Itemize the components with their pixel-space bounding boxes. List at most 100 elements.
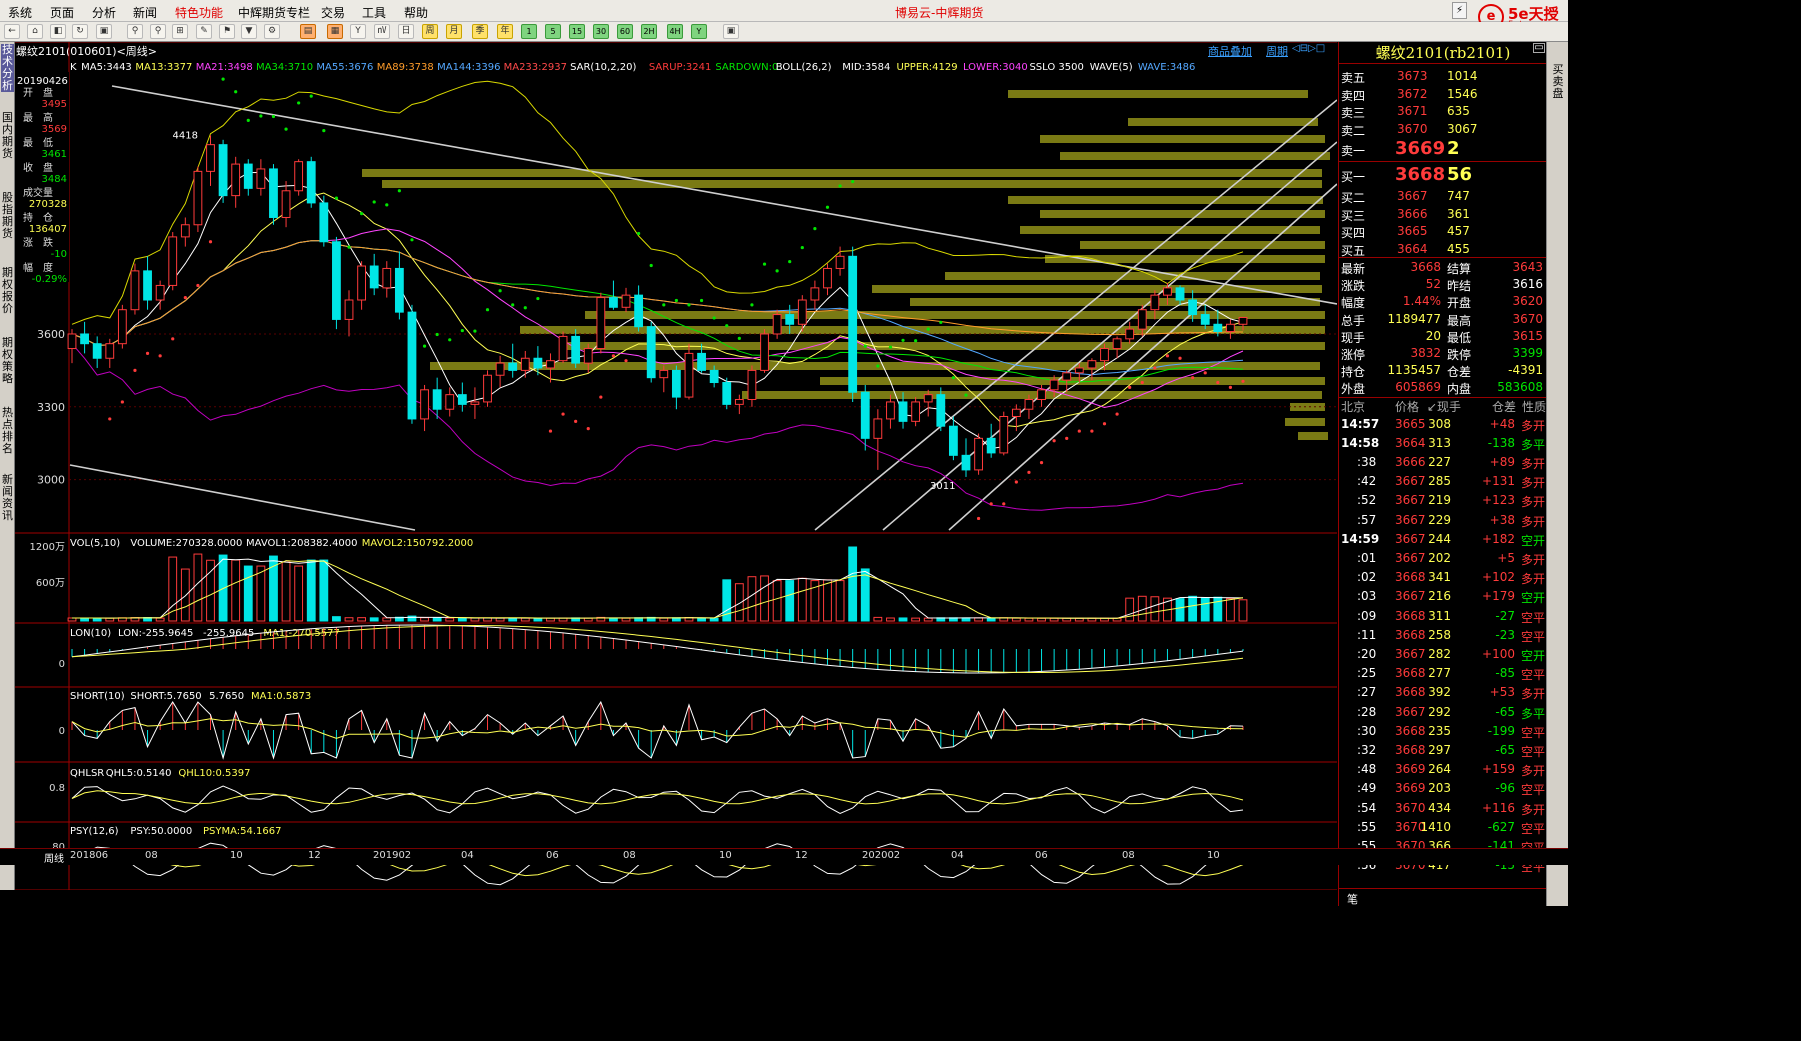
toolbar-button-7[interactable]: ⊞ — [172, 24, 188, 39]
chart-svg[interactable]: 3000 3300 3600 4418 3011 20190426开 盘3495最 高35… — [15, 42, 1337, 890]
bid-row[interactable]: 买一 3668 56 — [1339, 164, 1547, 185]
stat-value: 3616 — [1512, 277, 1543, 292]
menu-item-6[interactable]: 交易 — [321, 4, 345, 21]
indicator-label: MA89:3738 — [377, 62, 434, 73]
toolbar-button-11[interactable]: ⚙ — [264, 24, 280, 39]
ask-row[interactable]: 卖二 3670 3067 — [1339, 121, 1547, 139]
indicator-label: QHL10:0.5397 — [178, 768, 250, 779]
bid-row[interactable]: 买五 3664 455 — [1339, 241, 1547, 259]
tick-oi-change: +102 — [1482, 570, 1515, 585]
info-label: 幅 度 — [23, 261, 53, 274]
toolbar-button-5[interactable]: ⚲ — [127, 24, 143, 39]
volume-profile-bar — [362, 169, 1322, 177]
menu-item-4[interactable]: 特色功能 — [175, 4, 223, 21]
stat-label: 现手 — [1341, 330, 1366, 345]
toolbar-button-16[interactable]: 日 — [398, 24, 414, 39]
menu-item-2[interactable]: 分析 — [92, 4, 116, 21]
volume-profile-bar — [585, 311, 1325, 319]
volume-bar — [785, 580, 795, 622]
toolbar-button-27[interactable]: 4H — [667, 24, 683, 39]
tick-volume: 203 — [1428, 781, 1451, 796]
indicator-label: MA233:2937 — [504, 62, 567, 73]
tick-oi-change: +179 — [1482, 589, 1515, 604]
bid-row[interactable]: 买三 3666 361 — [1339, 206, 1547, 224]
tick-nature: 空平 — [1520, 725, 1545, 740]
side-tab-0[interactable]: 技术分析 — [1, 44, 14, 92]
toolbar-button-18[interactable]: 月 — [446, 24, 462, 39]
sar-dot — [762, 262, 767, 266]
volume-bar — [734, 583, 744, 622]
ask-volume: 635 — [1447, 104, 1470, 118]
volume-bar — [848, 546, 858, 622]
sar-dot — [813, 227, 817, 231]
side-tab-3[interactable]: 期权报价 — [1, 267, 14, 315]
volume-bar — [1049, 617, 1059, 622]
side-tab-1[interactable]: 国内期货 — [1, 112, 14, 160]
sar-dot — [775, 269, 779, 273]
bid-row[interactable]: 买二 3667 747 — [1339, 188, 1547, 206]
candle-body — [155, 284, 165, 301]
toolbar-button-9[interactable]: ⚑ — [219, 24, 235, 39]
chart-area[interactable]: 螺纹2101(010601)<周线> 商品叠加 周期 ◁⊟▷□ 3000 3300 3… — [15, 42, 1337, 890]
toolbar-button-17[interactable]: 周 — [422, 24, 438, 39]
ask-row[interactable]: 卖四 3672 1546 — [1339, 86, 1547, 104]
indicator-label: MAVOL2:150792.2000 — [362, 538, 473, 549]
toolbar-button-1[interactable]: ⌂ — [27, 24, 43, 39]
tick-nature: 多开 — [1520, 802, 1545, 817]
side-tab-5[interactable]: 热点排名 — [1, 407, 14, 455]
ask-row[interactable]: 卖一 3669 2 — [1339, 138, 1547, 159]
sar-dot — [586, 427, 590, 431]
toolbar-button-14[interactable]: Y — [350, 24, 366, 39]
toolbar-button-3[interactable]: ↻ — [72, 24, 88, 39]
bid-row[interactable]: 买四 3665 457 — [1339, 223, 1547, 241]
toolbar-button-21[interactable]: 1 — [521, 24, 537, 39]
toolbar-button-4[interactable]: ▣ — [96, 24, 112, 39]
sar-dot — [397, 189, 401, 193]
candle-body — [344, 299, 354, 320]
toolbar-button-23[interactable]: 15 — [569, 24, 585, 39]
toolbar-button-15[interactable]: ㎵ — [374, 24, 390, 39]
toolbar-button-28[interactable]: Y — [691, 24, 707, 39]
toolbar-button-6[interactable]: ⚲ — [150, 24, 166, 39]
footer-tab[interactable]: 笔 — [1347, 891, 1358, 906]
toolbar-button-8[interactable]: ✎ — [196, 24, 212, 39]
tick-time: :32 — [1357, 743, 1377, 757]
candle-body — [369, 265, 379, 289]
toolbar-button-26[interactable]: 2H — [641, 24, 657, 39]
toolbar-button-12[interactable]: ▤ — [300, 24, 316, 39]
window-control-icon[interactable]: ⚡ — [1452, 2, 1467, 19]
menu-item-8[interactable]: 帮助 — [404, 4, 428, 21]
side-tab-6[interactable]: 新闻资讯 — [1, 474, 14, 522]
menu-item-1[interactable]: 页面 — [50, 4, 74, 21]
toolbar-button-24[interactable]: 30 — [593, 24, 609, 39]
side-tab-4[interactable]: 期权策略 — [1, 337, 14, 385]
menu-item-5[interactable]: 中辉期货专栏 — [238, 4, 310, 21]
ask-row[interactable]: 卖三 3671 635 — [1339, 103, 1547, 121]
sar-dot — [536, 296, 540, 301]
side-tab-2[interactable]: 股指期货 — [1, 192, 14, 240]
toolbar-button-25[interactable]: 60 — [617, 24, 633, 39]
toolbar-button-29[interactable]: ▣ — [723, 24, 739, 39]
menu-item-7[interactable]: 工具 — [362, 4, 386, 21]
stat-label: 最新 — [1341, 262, 1366, 276]
volume-bar — [823, 579, 832, 622]
menu-item-3[interactable]: 新闻 — [133, 4, 157, 21]
menu-item-0[interactable]: 系统 — [8, 4, 32, 21]
panel-menu-icon[interactable]: ▭ — [1533, 43, 1545, 53]
toolbar-button-2[interactable]: ◧ — [50, 24, 66, 39]
right-side-tab[interactable]: 买卖盘 — [1546, 42, 1568, 906]
toolbar-button-20[interactable]: 年 — [497, 24, 513, 39]
toolbar-button-13[interactable]: ▦ — [327, 24, 343, 39]
stat-value: 1.44% — [1402, 294, 1441, 309]
sar-dot — [448, 338, 452, 342]
volume-bar — [1011, 617, 1021, 622]
ask-row[interactable]: 卖五 3673 1014 — [1339, 68, 1547, 86]
toolbar-button-0[interactable]: ← — [4, 24, 20, 39]
candle-body — [785, 314, 795, 325]
volume-bar — [873, 616, 883, 622]
tick-oi-change: +5 — [1497, 551, 1515, 565]
toolbar-button-19[interactable]: 季 — [472, 24, 488, 39]
toolbar-button-10[interactable]: ▼ — [241, 24, 257, 39]
tick-price: 3668 — [1395, 743, 1426, 757]
toolbar-button-22[interactable]: 5 — [545, 24, 561, 39]
